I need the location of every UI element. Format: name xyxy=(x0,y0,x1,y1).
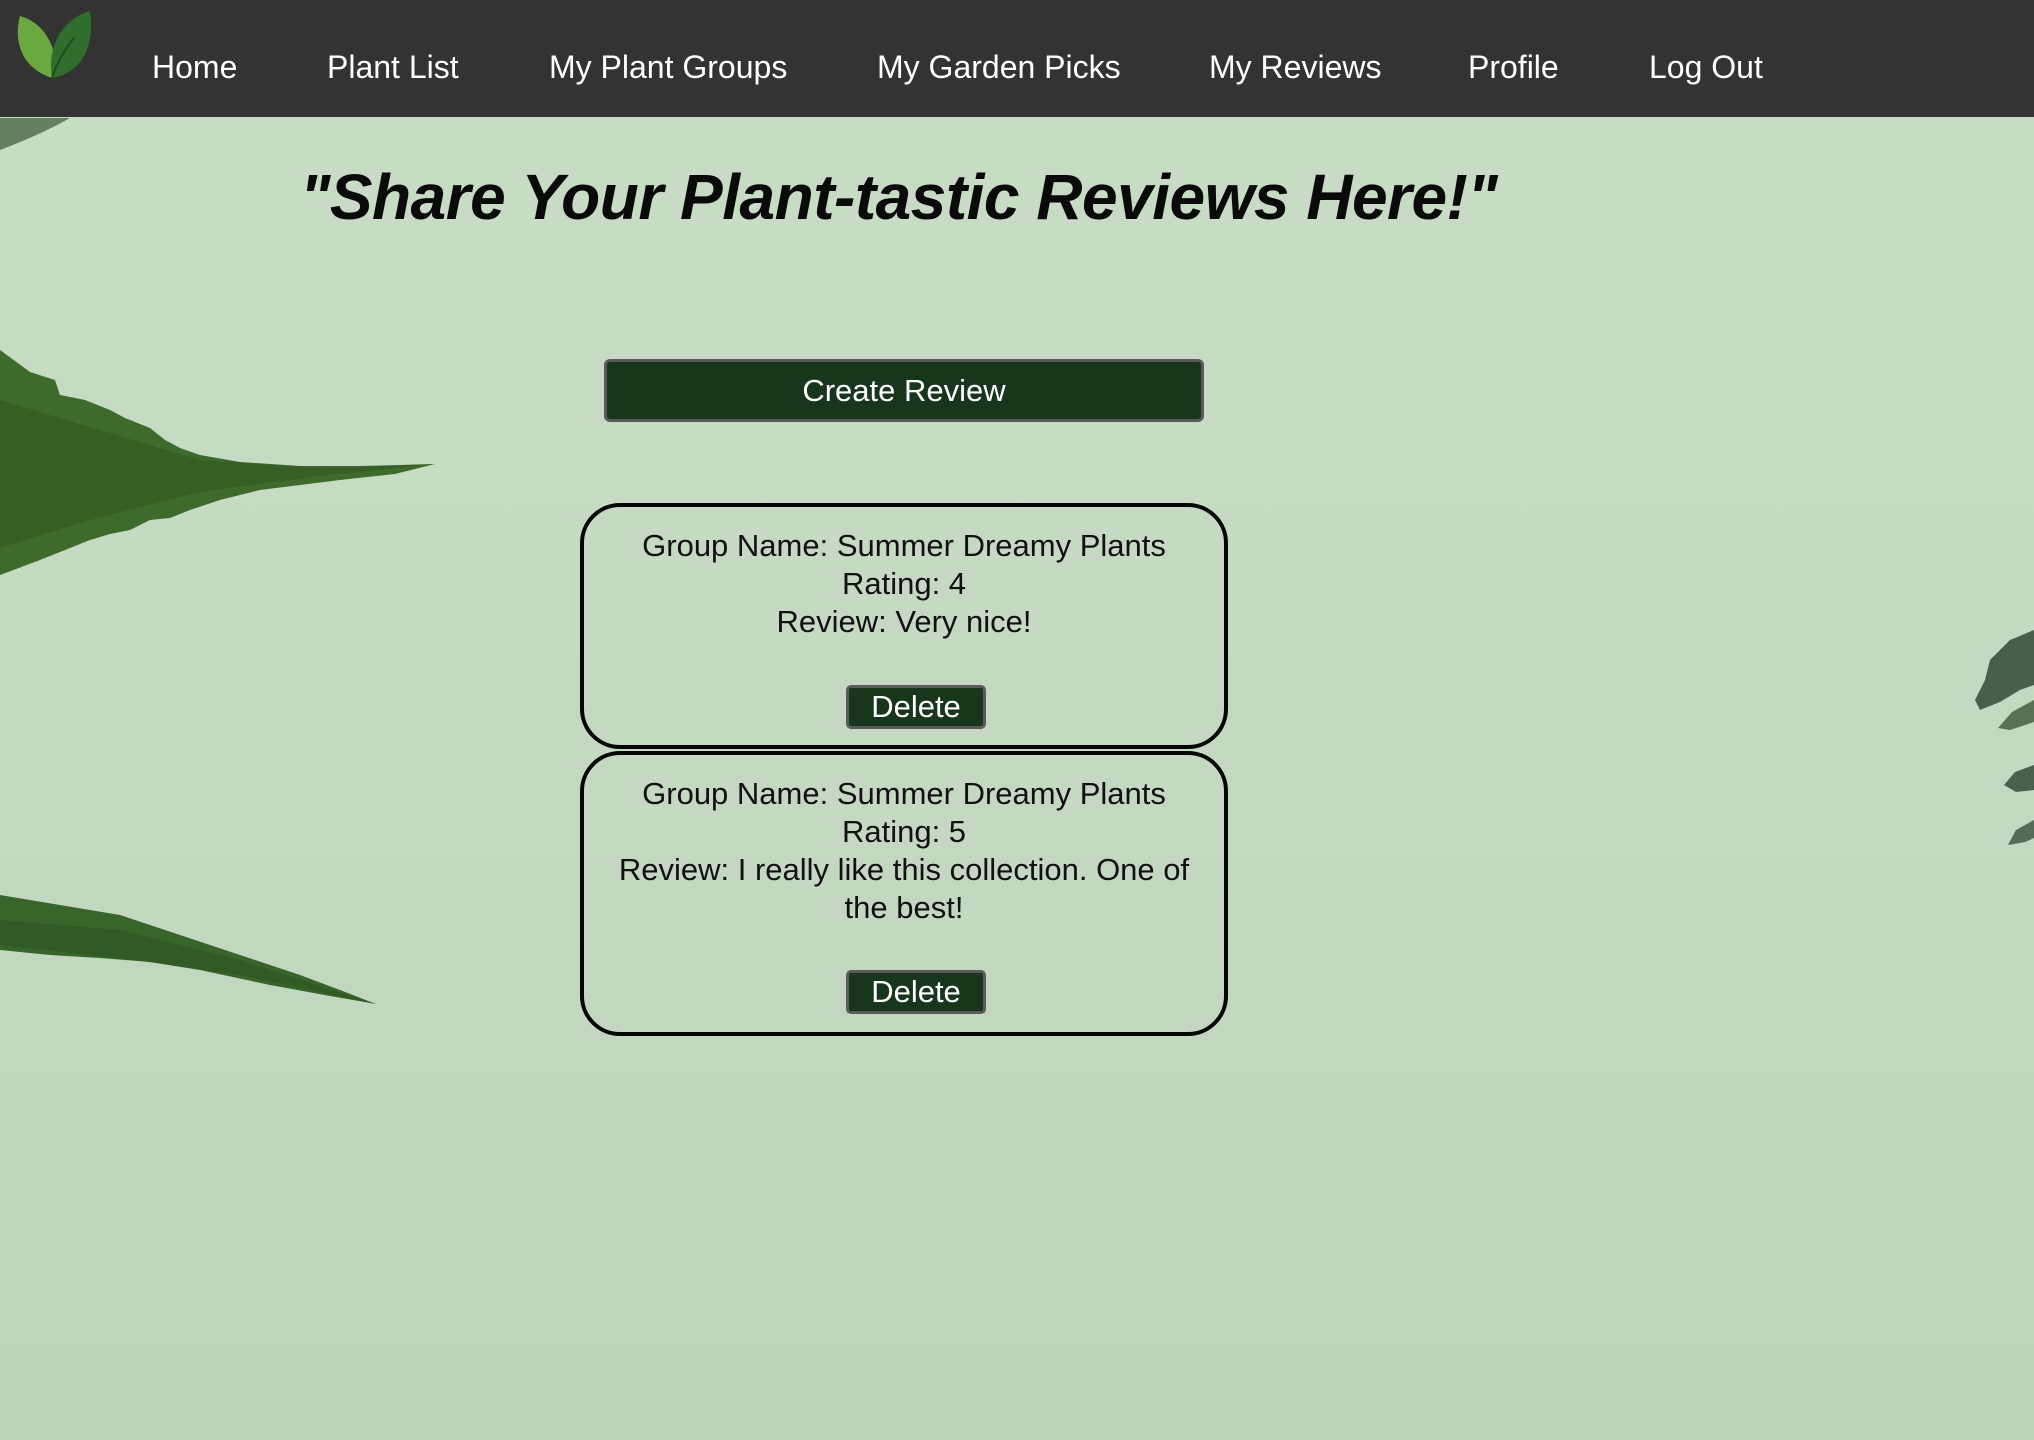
nav-home-link[interactable]: Home xyxy=(152,0,237,117)
leaf-logo-icon[interactable] xyxy=(12,8,92,84)
review-group-name: Group Name: Summer Dreamy Plants xyxy=(642,528,1166,563)
nav-my-plant-groups-link[interactable]: My Plant Groups xyxy=(549,0,787,117)
nav-log-out-link[interactable]: Log Out xyxy=(1649,0,1763,117)
delete-review-button[interactable]: Delete xyxy=(846,685,986,729)
top-navbar: Home Plant List My Plant Groups My Garde… xyxy=(0,0,2034,117)
review-rating: Rating: 5 xyxy=(841,814,967,849)
review-details: Group Name: Summer Dreamy Plants Rating:… xyxy=(602,775,1206,927)
page-title: "Share Your Plant-tastic Reviews Here!" xyxy=(300,161,1498,233)
nav-my-garden-picks-link[interactable]: My Garden Picks xyxy=(877,0,1121,117)
review-card: Group Name: Summer Dreamy Plants Rating:… xyxy=(580,503,1228,749)
nav-plant-list-link[interactable]: Plant List xyxy=(327,0,459,117)
nav-profile-link[interactable]: Profile xyxy=(1468,0,1559,117)
review-text: Review: I really like this collection. O… xyxy=(618,852,1190,925)
review-rating: Rating: 4 xyxy=(841,566,967,601)
review-details: Group Name: Summer Dreamy Plants Rating:… xyxy=(602,527,1206,641)
review-card: Group Name: Summer Dreamy Plants Rating:… xyxy=(580,751,1228,1036)
nav-my-reviews-link[interactable]: My Reviews xyxy=(1209,0,1381,117)
review-group-name: Group Name: Summer Dreamy Plants xyxy=(642,776,1166,811)
delete-review-button[interactable]: Delete xyxy=(846,970,986,1014)
review-text: Review: Very nice! xyxy=(776,604,1032,639)
create-review-button[interactable]: Create Review xyxy=(604,359,1204,422)
